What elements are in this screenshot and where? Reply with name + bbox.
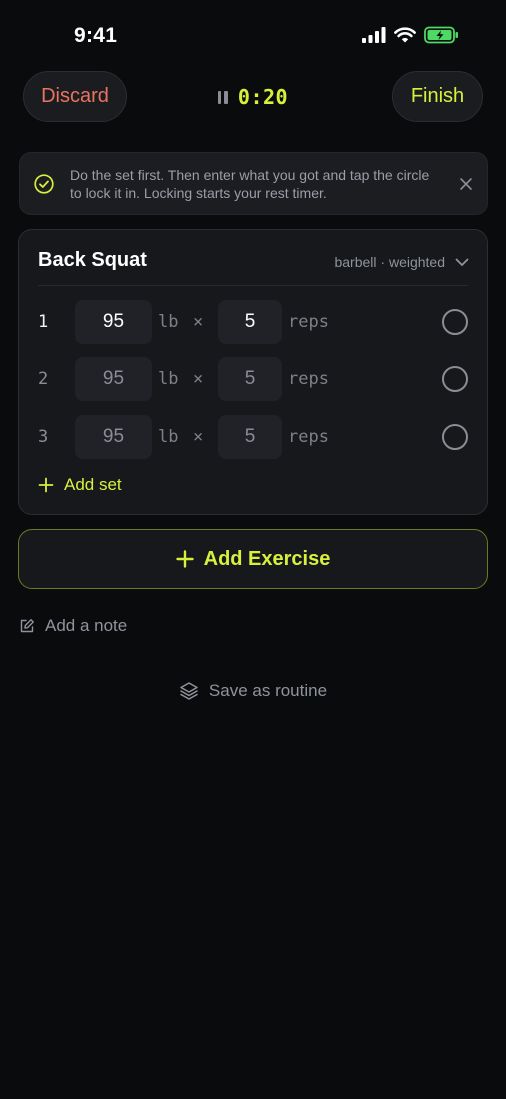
save-routine-label: Save as routine bbox=[208, 681, 328, 700]
finish-button[interactable]: Finish bbox=[392, 71, 483, 122]
add-note-button[interactable]: Add a note bbox=[19, 616, 127, 636]
hint-banner: Do the set first. Then enter what you go… bbox=[19, 152, 488, 215]
set-row: 1 95 lb × 5 reps bbox=[19, 300, 489, 344]
signal-icon bbox=[362, 27, 386, 43]
reps-input[interactable]: 5 bbox=[218, 300, 282, 344]
layers-icon bbox=[180, 682, 198, 700]
add-note-label: Add a note bbox=[45, 616, 128, 635]
card-divider bbox=[38, 285, 468, 286]
status-icons bbox=[362, 26, 460, 44]
plus-icon bbox=[175, 550, 194, 568]
add-exercise-button[interactable]: Add Exercise bbox=[18, 529, 488, 589]
set-row: 2 95 lb × 5 reps bbox=[19, 357, 489, 401]
exercise-name[interactable]: Back Squat bbox=[38, 249, 147, 272]
edit-note-icon bbox=[20, 619, 34, 633]
plus-icon bbox=[38, 477, 54, 493]
pause-icon[interactable] bbox=[217, 90, 228, 104]
status-time: 9:41 bbox=[74, 24, 118, 47]
weight-unit: lb bbox=[158, 312, 179, 332]
reps-unit: reps bbox=[288, 312, 329, 332]
weight-input[interactable]: 95 bbox=[75, 357, 152, 401]
exercise-meta: barbell · weighted bbox=[334, 254, 445, 270]
times-symbol: × bbox=[193, 427, 204, 447]
weight-unit: lb bbox=[158, 427, 179, 447]
hint-text: Do the set first. Then enter what you go… bbox=[70, 167, 430, 201]
weight-input[interactable]: 95 bbox=[75, 415, 152, 459]
add-set-label: Add set bbox=[64, 475, 122, 494]
chevron-down-icon[interactable] bbox=[455, 258, 469, 267]
exercise-meta-dropdown[interactable]: barbell · weighted bbox=[334, 254, 469, 270]
add-set-button[interactable]: Add set bbox=[38, 475, 122, 495]
set-row: 3 95 lb × 5 reps bbox=[19, 415, 489, 459]
reps-input[interactable]: 5 bbox=[218, 415, 282, 459]
wifi-icon bbox=[394, 27, 416, 43]
set-number: 2 bbox=[38, 369, 49, 389]
set-number: 3 bbox=[38, 427, 49, 447]
weight-input[interactable]: 95 bbox=[75, 300, 152, 344]
add-exercise-label: Add Exercise bbox=[203, 547, 331, 570]
reps-unit: reps bbox=[288, 369, 329, 389]
set-number: 1 bbox=[38, 312, 49, 332]
lock-set-circle[interactable] bbox=[442, 309, 468, 335]
status-bar: 9:41 bbox=[0, 0, 506, 72]
times-symbol: × bbox=[193, 369, 204, 389]
weight-unit: lb bbox=[158, 369, 179, 389]
battery-charging-icon bbox=[424, 26, 458, 44]
reps-input[interactable]: 5 bbox=[218, 357, 282, 401]
timer-value: 0:20 bbox=[237, 85, 289, 109]
lock-set-circle[interactable] bbox=[442, 424, 468, 450]
workout-screen: 9:41 Discard 0:20 Finish Do the set firs… bbox=[0, 0, 506, 1099]
lock-set-circle[interactable] bbox=[442, 366, 468, 392]
reps-unit: reps bbox=[288, 427, 329, 447]
exercise-card: Back Squat barbell · weighted 1 95 lb × … bbox=[18, 229, 488, 515]
close-icon[interactable] bbox=[459, 177, 473, 191]
save-as-routine-button[interactable]: Save as routine bbox=[0, 681, 506, 701]
check-circle-icon bbox=[34, 174, 54, 194]
times-symbol: × bbox=[193, 312, 204, 332]
